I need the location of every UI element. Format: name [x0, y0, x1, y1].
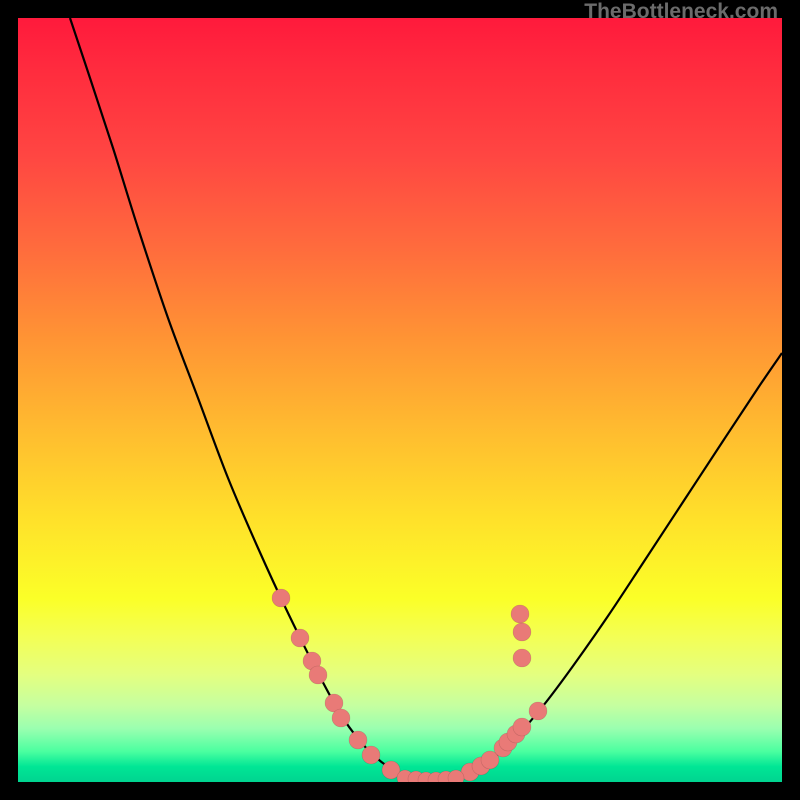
watermark-text: TheBottleneck.com [584, 0, 778, 24]
data-dot [349, 731, 367, 749]
data-dot [272, 589, 290, 607]
data-dot [511, 605, 529, 623]
data-dot [513, 623, 531, 641]
data-dot [332, 709, 350, 727]
bottleneck-curve [70, 18, 782, 780]
chart-plot-area [18, 18, 782, 782]
data-dot [513, 718, 531, 736]
chart-svg [18, 18, 782, 782]
data-dot [291, 629, 309, 647]
data-dot [529, 702, 547, 720]
data-dot [362, 746, 380, 764]
data-dot [513, 649, 531, 667]
data-dots [272, 589, 547, 782]
chart-frame: TheBottleneck.com [0, 0, 800, 800]
data-dot [309, 666, 327, 684]
